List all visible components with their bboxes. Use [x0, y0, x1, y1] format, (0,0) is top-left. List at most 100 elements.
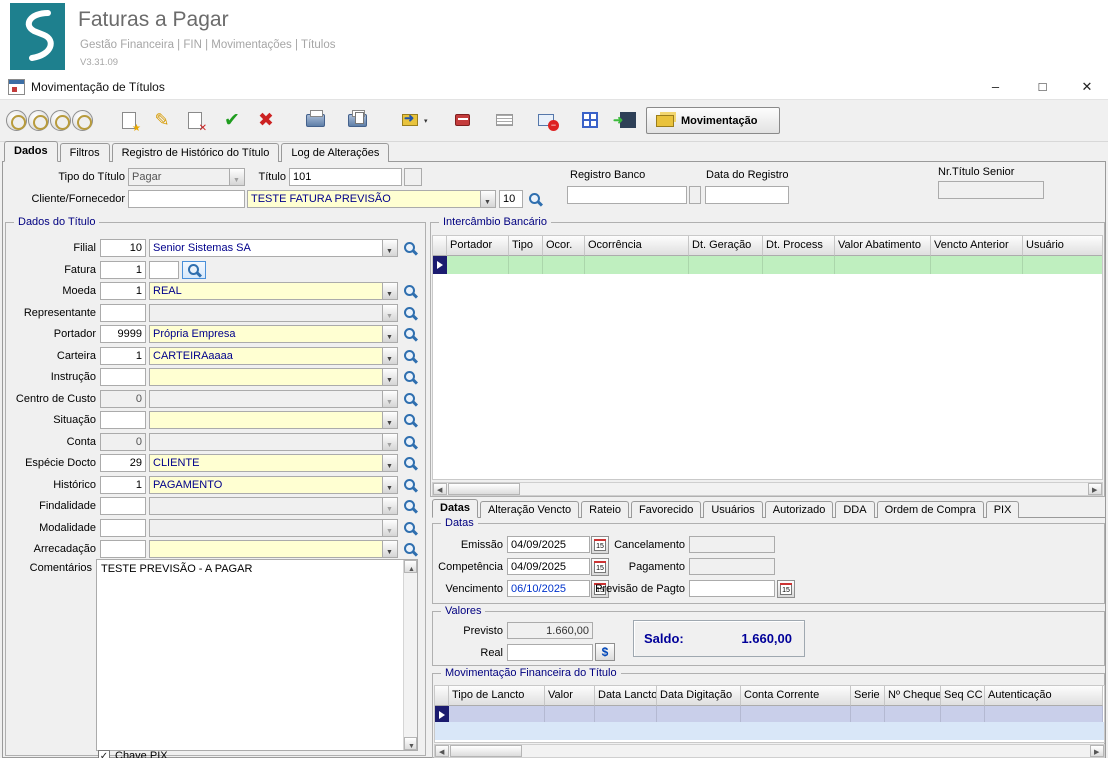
portador-select[interactable]: Própria Empresa	[149, 325, 398, 343]
cliente-fornecedor-select[interactable]: TESTE FATURA PREVISÃO	[247, 190, 496, 208]
instrucao-code-input[interactable]	[100, 368, 146, 386]
chevron-down-icon[interactable]	[382, 326, 397, 342]
scroll-left-icon[interactable]	[435, 745, 449, 757]
detail-tab[interactable]: Autorizado	[764, 501, 834, 518]
chevron-down-icon[interactable]	[382, 412, 397, 428]
scroll-thumb[interactable]	[450, 745, 522, 757]
portador-code-input[interactable]: 9999	[100, 325, 146, 343]
centro-custo-lookup-icon[interactable]	[403, 392, 418, 407]
instrucao-lookup-icon[interactable]	[403, 370, 418, 385]
new-button[interactable]: ★	[114, 105, 144, 135]
cliente-lookup-icon[interactable]	[528, 192, 543, 207]
detail-tab[interactable]: DDA	[835, 501, 875, 518]
detail-tab[interactable]: Rateio	[581, 501, 629, 518]
main-tab[interactable]: Registro de Histórico do Título	[111, 143, 280, 162]
table-cell[interactable]	[851, 706, 885, 722]
detail-tab[interactable]: PIX	[985, 501, 1020, 518]
table-cell[interactable]	[741, 706, 851, 722]
modalidade-lookup-icon[interactable]	[403, 521, 418, 536]
mov-financeira-row-empty[interactable]	[435, 722, 1104, 740]
confirm-button[interactable]: ✔	[217, 105, 247, 135]
fatura-lookup-button[interactable]	[182, 261, 206, 279]
arrecadacao-code-input[interactable]	[100, 540, 146, 558]
intercambio-row-selected[interactable]	[433, 256, 1102, 274]
delete-record-button[interactable]: −	[531, 105, 561, 135]
table-cell[interactable]	[763, 256, 835, 274]
detail-tab[interactable]: Alteração Vencto	[479, 501, 580, 518]
portador-lookup-icon[interactable]	[403, 327, 418, 342]
delete-button[interactable]: ✕	[180, 105, 210, 135]
situacao-code-input[interactable]	[100, 411, 146, 429]
situacao-select[interactable]	[149, 411, 398, 429]
scroll-right-icon[interactable]	[1088, 483, 1102, 495]
fatura-code-input[interactable]: 1	[100, 261, 146, 279]
chevron-down-icon[interactable]	[382, 348, 397, 364]
conta-lookup-icon[interactable]	[403, 435, 418, 450]
main-tab[interactable]: Dados	[4, 141, 58, 162]
fatura-extra-input[interactable]	[149, 261, 179, 279]
situacao-lookup-icon[interactable]	[403, 413, 418, 428]
arrecadacao-lookup-icon[interactable]	[403, 542, 418, 557]
dollar-button[interactable]: $	[595, 643, 615, 661]
send-button[interactable]: ➜	[395, 105, 425, 135]
comentarios-textarea[interactable]: TESTE PREVISÃO - A PAGAR	[96, 559, 418, 751]
arrecadacao-select[interactable]	[149, 540, 398, 558]
especie-docto-code-input[interactable]: 29	[100, 454, 146, 472]
table-cell[interactable]	[585, 256, 689, 274]
previsao-calendar-button[interactable]: 15	[777, 580, 795, 598]
filial-lookup-icon[interactable]	[403, 241, 418, 256]
titulo-input[interactable]: 101	[289, 168, 402, 186]
nav-first-button[interactable]	[6, 110, 27, 131]
table-cell[interactable]	[509, 256, 543, 274]
table-cell[interactable]	[543, 256, 585, 274]
main-tab[interactable]: Filtros	[59, 143, 110, 162]
filial-code-input[interactable]: 10	[100, 239, 146, 257]
exit-button[interactable]: ➜	[613, 105, 643, 135]
table-cell[interactable]	[931, 256, 1023, 274]
scroll-track[interactable]	[520, 483, 1088, 495]
registro-banco-input[interactable]	[567, 186, 687, 204]
intercambio-hscrollbar[interactable]	[432, 482, 1103, 496]
historico-select[interactable]: PAGAMENTO	[149, 476, 398, 494]
send-dropdown-caret-icon[interactable]: ▾	[424, 117, 428, 125]
comentarios-scrollbar[interactable]	[403, 560, 417, 750]
close-button[interactable]: ✕	[1067, 74, 1107, 100]
carteira-lookup-icon[interactable]	[403, 349, 418, 364]
moeda-select[interactable]: REAL	[149, 282, 398, 300]
table-cell[interactable]	[941, 706, 985, 722]
table-cell[interactable]	[447, 256, 509, 274]
scroll-thumb[interactable]	[448, 483, 520, 495]
real-input[interactable]	[507, 644, 593, 661]
maximize-button[interactable]: □	[1020, 74, 1065, 100]
historico-code-input[interactable]: 1	[100, 476, 146, 494]
cliente-seq-input[interactable]: 10	[499, 190, 523, 208]
carteira-select[interactable]: CARTEIRAaaaa	[149, 347, 398, 365]
especie-docto-lookup-icon[interactable]	[403, 456, 418, 471]
chevron-down-icon[interactable]	[480, 191, 495, 207]
previsao-pagto-input[interactable]	[689, 580, 775, 597]
mov-financeira-row-selected[interactable]	[435, 706, 1103, 722]
boleto-button[interactable]	[489, 105, 519, 135]
cancel-button[interactable]: ✖	[251, 105, 281, 135]
representante-code-input[interactable]	[100, 304, 146, 322]
filial-select[interactable]: Senior Sistemas SA	[149, 239, 398, 257]
main-tab[interactable]: Log de Alterações	[281, 143, 390, 162]
table-cell[interactable]	[885, 706, 941, 722]
scroll-up-icon[interactable]	[404, 560, 417, 577]
scroll-left-icon[interactable]	[433, 483, 447, 495]
table-cell[interactable]	[657, 706, 741, 722]
especie-docto-select[interactable]: CLIENTE	[149, 454, 398, 472]
chave-pix-checkbox[interactable]: ✓	[98, 750, 110, 758]
scroll-down-icon[interactable]	[404, 737, 417, 750]
table-cell[interactable]	[595, 706, 657, 722]
vencimento-input[interactable]: 06/10/2025	[507, 580, 590, 597]
movimentacao-button[interactable]: Movimentação	[646, 107, 780, 134]
historico-lookup-icon[interactable]	[403, 478, 418, 493]
moeda-lookup-icon[interactable]	[403, 284, 418, 299]
data-registro-input[interactable]	[705, 186, 789, 204]
calculator-button[interactable]	[575, 105, 605, 135]
nav-last-button[interactable]	[72, 110, 93, 131]
nav-next-button[interactable]	[50, 110, 71, 131]
moeda-code-input[interactable]: 1	[100, 282, 146, 300]
detail-tab[interactable]: Ordem de Compra	[876, 501, 984, 518]
